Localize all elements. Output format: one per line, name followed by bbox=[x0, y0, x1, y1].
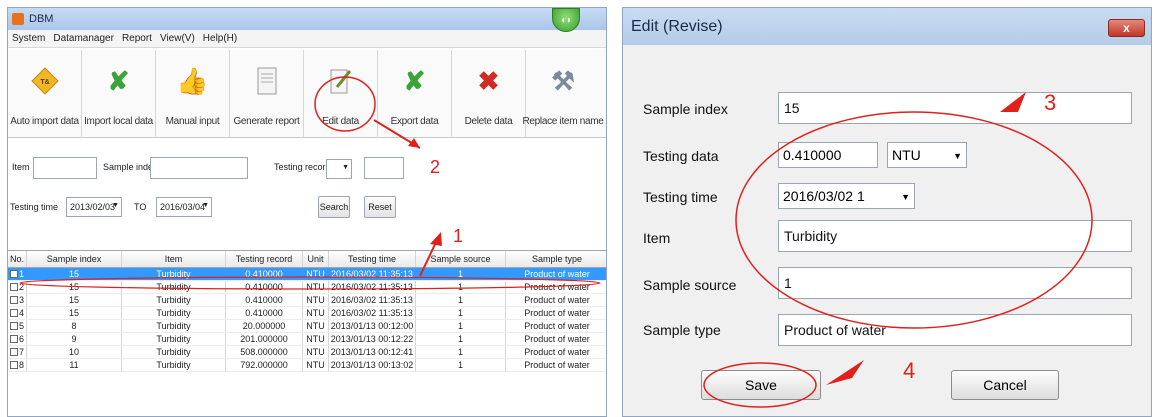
step4-label: 4 bbox=[903, 358, 916, 383]
save-highlight-ellipse bbox=[703, 362, 817, 408]
annotation-overlay bbox=[19, 76, 1093, 408]
step4-arrow bbox=[826, 360, 864, 385]
step2-arrowhead bbox=[408, 138, 420, 148]
selected-row-highlight bbox=[19, 276, 601, 290]
edit-data-highlight-circle bbox=[314, 76, 376, 132]
step3-arrow bbox=[1000, 92, 1026, 112]
step1-arrowhead bbox=[430, 232, 442, 246]
step2-label: 2 bbox=[430, 157, 441, 177]
fields-highlight-ellipse bbox=[735, 111, 1093, 329]
step3-label: 3 bbox=[1044, 90, 1057, 115]
step1-label: 1 bbox=[453, 226, 464, 246]
